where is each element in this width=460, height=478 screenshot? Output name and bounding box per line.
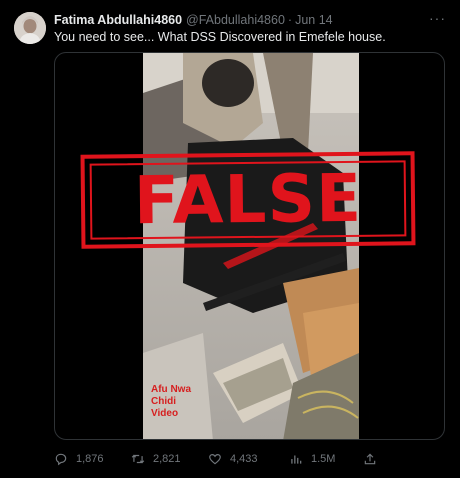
views-button[interactable]: 1.5M xyxy=(289,452,335,466)
like-count: 4,433 xyxy=(230,453,258,465)
tweet-text: You need to see... What DSS Discovered i… xyxy=(54,30,386,44)
author-name[interactable]: Fatima Abdullahi4860 xyxy=(54,13,182,27)
retweet-button[interactable]: 2,821 xyxy=(131,452,181,466)
tweet-actions: 1,876 2,821 4,433 1.5M xyxy=(54,450,444,468)
heart-icon xyxy=(209,454,221,465)
views-count: 1.5M xyxy=(311,453,336,465)
reply-button[interactable]: 1,876 xyxy=(54,452,104,466)
stamp-inner-border xyxy=(89,160,407,240)
avatar[interactable] xyxy=(14,12,46,44)
reply-icon xyxy=(55,453,67,466)
like-button[interactable]: 4,433 xyxy=(208,452,258,466)
avatar-image xyxy=(14,12,46,44)
false-stamp: FALSE xyxy=(80,151,416,249)
watermark-line: Afu Nwa xyxy=(151,384,191,395)
watermark-line: Video xyxy=(151,408,179,419)
tweet[interactable]: Fatima Abdullahi4860 @FAbdullahi4860 · J… xyxy=(0,0,460,478)
share-button[interactable] xyxy=(363,452,385,466)
views-icon xyxy=(291,455,302,464)
reply-count: 1,876 xyxy=(76,453,104,465)
share-icon xyxy=(364,453,376,465)
more-horizontal-icon[interactable]: ··· xyxy=(429,10,446,26)
tweet-date[interactable]: Jun 14 xyxy=(295,13,333,27)
watermark-line: Chidi xyxy=(151,396,176,407)
tweet-header: Fatima Abdullahi4860 @FAbdullahi4860 · J… xyxy=(54,12,448,28)
author-handle[interactable]: @FAbdullahi4860 xyxy=(186,13,285,27)
retweet-icon xyxy=(131,454,145,464)
video-watermark: Afu Nwa Chidi Video xyxy=(151,384,211,420)
retweet-count: 2,821 xyxy=(153,453,181,465)
header-separator: · xyxy=(287,13,293,27)
tweet-media[interactable]: FALSE Afu Nwa Chidi Video xyxy=(54,52,445,440)
